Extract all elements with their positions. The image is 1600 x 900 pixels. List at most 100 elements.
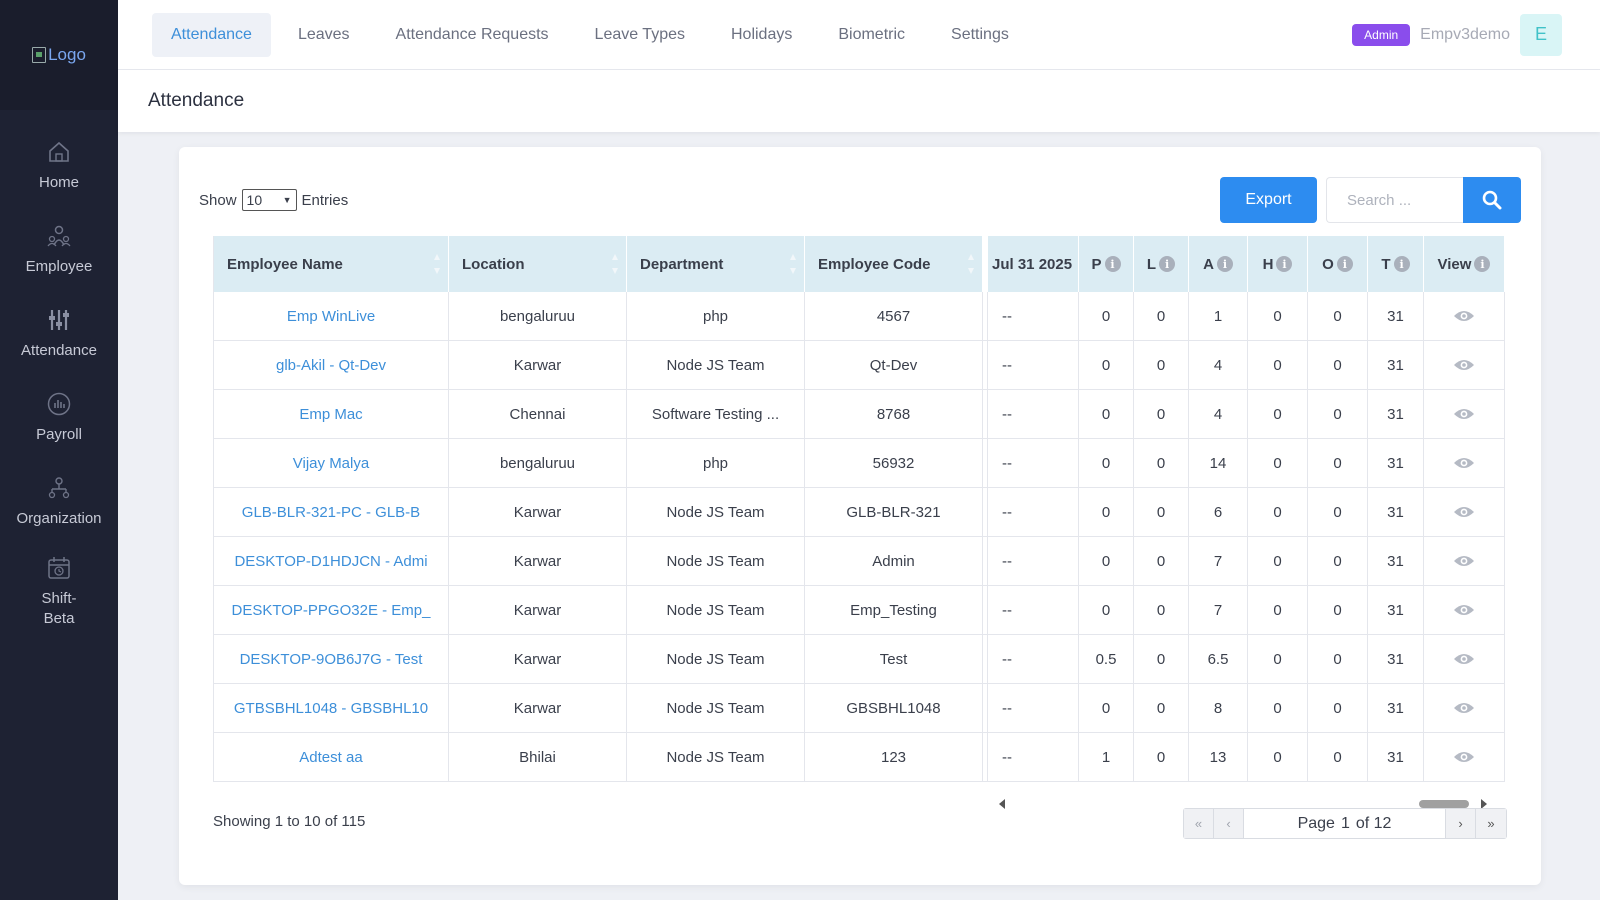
tab-leave-types[interactable]: Leave Types — [576, 13, 704, 57]
cell-view — [1424, 586, 1505, 634]
cell-leave: 0 — [1134, 488, 1189, 536]
username: Empv3demo — [1420, 25, 1510, 43]
search-input[interactable]: Search ... — [1326, 177, 1463, 223]
right-controls: Export Search ... — [1220, 177, 1521, 223]
column-header-employee-code[interactable]: Employee Code — [805, 236, 983, 292]
cell-off: 0 — [1308, 488, 1368, 536]
cell-view — [1424, 439, 1505, 487]
employee-name-link[interactable]: Emp Mac — [293, 406, 368, 423]
cell-holiday: 0 — [1248, 439, 1308, 487]
cell-absent: 8 — [1189, 684, 1248, 732]
next-page-button[interactable]: › — [1446, 809, 1476, 838]
info-icon[interactable]: i — [1474, 256, 1491, 272]
entries-control: Show 10 ▼ Entries — [199, 189, 348, 211]
employee-name-link[interactable]: DESKTOP-9OB6J7G - Test — [234, 651, 429, 668]
cell-absent: 7 — [1189, 537, 1248, 585]
tab-holidays[interactable]: Holidays — [712, 13, 811, 57]
table-row: Emp Mac Chennai Software Testing ... 8768 --… — [213, 390, 1505, 439]
info-icon[interactable]: i — [1336, 256, 1353, 272]
column-header-o: Oi — [1308, 236, 1368, 292]
eye-icon[interactable] — [1453, 603, 1475, 617]
employee-name-link[interactable]: GLB-BLR-321-PC - GLB-B — [236, 504, 426, 521]
employee-name-link[interactable]: DESKTOP-D1HDJCN - Admi — [228, 553, 433, 570]
employee-name-link[interactable]: DESKTOP-PPGO32E - Emp_ — [226, 602, 437, 619]
cell-location: Karwar — [449, 537, 627, 585]
cell-present: 0 — [1079, 439, 1134, 487]
info-icon[interactable]: i — [1216, 256, 1233, 272]
employee-name-link[interactable]: Vijay Malya — [287, 455, 375, 472]
cell-present: 1 — [1079, 733, 1134, 781]
cell-view — [1424, 684, 1505, 732]
table-row: GLB-BLR-321-PC - GLB-B Karwar Node JS Team… — [213, 488, 1505, 537]
cell-total: 31 — [1368, 292, 1424, 340]
cell-leave: 0 — [1134, 684, 1189, 732]
employee-icon — [47, 225, 71, 247]
logo[interactable]: Logo — [32, 45, 86, 65]
cell-holiday: 0 — [1248, 488, 1308, 536]
eye-icon[interactable] — [1453, 407, 1475, 421]
employee-name-link[interactable]: GTBSBHL1048 - GBSBHL10 — [228, 700, 434, 717]
employee-name-link[interactable]: Emp WinLive — [281, 308, 381, 325]
employee-name-link[interactable]: glb-Akil - Qt-Dev — [270, 357, 392, 374]
cell-view — [1424, 292, 1505, 340]
tab-biometric[interactable]: Biometric — [819, 13, 924, 57]
first-page-button[interactable]: « — [1184, 809, 1214, 838]
header-label: Jul 31 2025 — [992, 255, 1073, 273]
cell-date: -- — [988, 586, 1079, 634]
eye-icon[interactable] — [1453, 652, 1475, 666]
info-icon[interactable]: i — [1159, 256, 1176, 272]
eye-icon[interactable] — [1453, 554, 1475, 568]
column-header-l: Li — [1134, 236, 1189, 292]
tab-settings[interactable]: Settings — [932, 13, 1028, 57]
sidebar-item-organization[interactable]: Organization — [0, 460, 118, 544]
eye-icon[interactable] — [1453, 309, 1475, 323]
cell-off: 0 — [1308, 292, 1368, 340]
page-total: of 12 — [1355, 814, 1392, 832]
last-page-button[interactable]: » — [1476, 809, 1506, 838]
sidebar-item-employee[interactable]: Employee — [0, 208, 118, 292]
eye-icon[interactable] — [1453, 358, 1475, 372]
export-button[interactable]: Export — [1220, 177, 1317, 223]
column-header-employee-name[interactable]: Employee Name — [213, 236, 449, 292]
cell-employee-name: Vijay Malya — [213, 439, 449, 487]
scrollbar-thumb[interactable] — [1419, 800, 1469, 808]
user-menu[interactable]: Admin Empv3demo E — [1352, 13, 1600, 56]
header-label: Employee Code — [818, 255, 931, 273]
page-current[interactable]: 1 — [1341, 815, 1350, 833]
tab-attendance[interactable]: Attendance — [152, 12, 271, 57]
cell-date: -- — [988, 488, 1079, 536]
cell-employee-code: Emp_Testing — [805, 586, 983, 634]
info-icon[interactable]: i — [1276, 256, 1293, 272]
sidebar-item-payroll[interactable]: Payroll — [0, 376, 118, 460]
sort-icon — [434, 254, 440, 274]
table-row: DESKTOP-PPGO32E - Emp_ Karwar Node JS Team… — [213, 586, 1505, 635]
search-button[interactable] — [1463, 177, 1521, 223]
sidebar-item-label: Attendance — [21, 342, 97, 359]
avatar[interactable]: E — [1520, 13, 1562, 56]
eye-icon[interactable] — [1453, 701, 1475, 715]
tab-leaves[interactable]: Leaves — [279, 13, 369, 57]
header-label: Location — [462, 255, 525, 273]
column-header-location[interactable]: Location — [449, 236, 627, 292]
cell-employee-name: GTBSBHL1048 - GBSBHL10 — [213, 684, 449, 732]
cell-holiday: 0 — [1248, 586, 1308, 634]
eye-icon[interactable] — [1453, 505, 1475, 519]
tab-bar: Attendance Leaves Attendance Requests Le… — [118, 0, 1036, 70]
sidebar-item-attendance[interactable]: Attendance — [0, 292, 118, 376]
info-icon[interactable]: i — [1104, 256, 1121, 272]
cell-holiday: 0 — [1248, 733, 1308, 781]
scroll-left-icon[interactable] — [999, 799, 1005, 809]
eye-icon[interactable] — [1453, 750, 1475, 764]
sidebar-item-home[interactable]: Home — [0, 124, 118, 208]
cell-holiday: 0 — [1248, 292, 1308, 340]
column-header-department[interactable]: Department — [627, 236, 805, 292]
prev-page-button[interactable]: ‹ — [1214, 809, 1244, 838]
tab-attendance-requests[interactable]: Attendance Requests — [377, 13, 568, 57]
info-icon[interactable]: i — [1393, 256, 1410, 272]
header-label: Department — [640, 255, 724, 273]
employee-name-link[interactable]: Adtest aa — [293, 749, 368, 766]
sidebar-item-shift-beta[interactable]: Shift-Beta — [0, 544, 118, 640]
cell-present: 0 — [1079, 390, 1134, 438]
eye-icon[interactable] — [1453, 456, 1475, 470]
entries-select[interactable]: 10 ▼ — [241, 189, 297, 211]
